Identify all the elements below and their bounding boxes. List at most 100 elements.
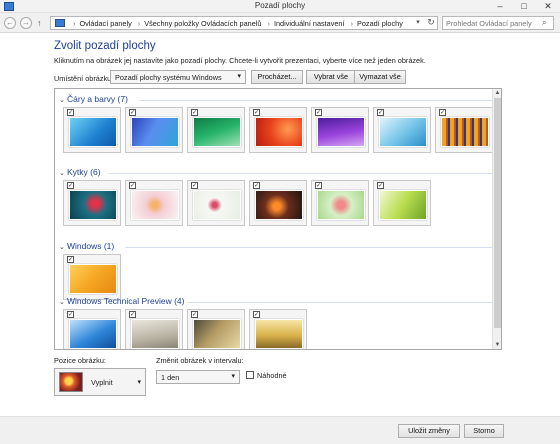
maximize-button[interactable]: □: [512, 0, 536, 13]
wallpaper-tile[interactable]: ✓: [249, 309, 307, 349]
position-select[interactable]: Vyplnit ▾: [54, 368, 146, 396]
wallpaper-thumbnail: [193, 190, 241, 220]
minimize-button[interactable]: –: [488, 0, 512, 13]
wallpaper-tile[interactable]: ✓: [125, 107, 183, 153]
wallpaper-tile[interactable]: ✓: [63, 309, 121, 349]
control-panel-icon: [55, 19, 65, 27]
collapse-chevron-icon[interactable]: ⌄: [59, 298, 67, 306]
browse-button[interactable]: Procházet...: [251, 70, 303, 84]
interval-select[interactable]: 1 den ▾: [156, 370, 240, 384]
chevron-down-icon: ▾: [231, 373, 235, 380]
wallpaper-gallery: ⌄ Čáry a barvy (7) ✓ ✓ ✓ ✓ ✓ ✓ ✓ ⌄ Kytky (…: [54, 88, 502, 350]
collapse-chevron-icon[interactable]: ⌄: [59, 243, 67, 251]
scrollbar-thumb[interactable]: [494, 98, 501, 328]
wallpaper-tile[interactable]: ✓: [63, 254, 121, 300]
location-label: Umístění obrázku:: [54, 74, 114, 83]
location-select[interactable]: Pozadí plochy systému Windows ▾: [110, 70, 246, 84]
search-box[interactable]: ⌕: [442, 16, 554, 30]
wallpaper-tile[interactable]: ✓: [187, 107, 245, 153]
search-input[interactable]: [446, 18, 540, 28]
wallpaper-tile[interactable]: ✓: [373, 107, 431, 153]
cancel-button[interactable]: Storno: [464, 424, 504, 438]
chevron-down-icon: ▾: [237, 73, 241, 80]
scroll-down-icon[interactable]: ▼: [493, 342, 502, 348]
wallpaper-thumbnail: [69, 117, 117, 147]
wallpaper-tile[interactable]: ✓: [63, 107, 121, 153]
checkbox-checked[interactable]: ✓: [129, 109, 136, 116]
forward-arrow-icon: →: [22, 18, 30, 27]
checkbox-checked[interactable]: ✓: [315, 182, 322, 189]
wallpaper-thumbnail: [193, 117, 241, 147]
shuffle-checkbox[interactable]: [246, 371, 254, 379]
location-value: Pozadí plochy systému Windows: [115, 73, 222, 82]
wallpaper-thumbnail: [69, 190, 117, 220]
address-bar[interactable]: › Ovládací panely › Všechny položky Ovláda…: [50, 16, 438, 30]
window-title: Pozadí plochy: [254, 1, 306, 10]
checkbox-checked[interactable]: ✓: [253, 182, 260, 189]
gallery-scrollbar[interactable]: ▲ ▼: [492, 89, 501, 349]
breadcrumb-item[interactable]: Pozadí plochy: [357, 19, 403, 28]
collapse-chevron-icon[interactable]: ⌄: [59, 96, 67, 104]
wallpaper-thumbnail: [255, 190, 303, 220]
wallpaper-thumbnail: [193, 319, 241, 349]
checkbox-checked[interactable]: ✓: [377, 109, 384, 116]
close-button[interactable]: ✕: [536, 0, 560, 13]
checkbox-checked[interactable]: ✓: [67, 182, 74, 189]
wallpaper-tile[interactable]: ✓: [249, 107, 307, 153]
wallpaper-tile[interactable]: ✓: [311, 107, 369, 153]
checkbox-checked[interactable]: ✓: [377, 182, 384, 189]
wallpaper-tile[interactable]: ✓: [311, 180, 369, 226]
close-icon: ✕: [544, 1, 552, 11]
wallpaper-tile[interactable]: ✓: [187, 309, 245, 349]
breadcrumb: › Ovládací panely › Všechny položky Ovláda…: [73, 19, 403, 28]
checkbox-checked[interactable]: ✓: [439, 109, 446, 116]
save-changes-button[interactable]: Uložit změny: [398, 424, 460, 438]
checkbox-checked[interactable]: ✓: [253, 311, 260, 318]
checkbox-checked[interactable]: ✓: [129, 182, 136, 189]
wallpaper-thumbnail: [441, 117, 489, 147]
checkbox-checked[interactable]: ✓: [67, 256, 74, 263]
wallpaper-tile[interactable]: ✓: [249, 180, 307, 226]
wallpaper-tile[interactable]: ✓: [63, 180, 121, 226]
checkbox-checked[interactable]: ✓: [253, 109, 260, 116]
group-header-windows[interactable]: ⌄ Windows (1): [59, 241, 499, 253]
group-title: Windows (1): [67, 241, 115, 251]
back-button[interactable]: ←: [4, 17, 16, 29]
address-dropdown-icon[interactable]: ▾: [413, 18, 423, 26]
group-header-technical-preview[interactable]: ⌄ Windows Technical Preview (4): [59, 296, 499, 308]
up-button[interactable]: ↑: [37, 18, 47, 28]
forward-button[interactable]: →: [20, 17, 32, 29]
breadcrumb-item[interactable]: Všechny položky Ovládacích panelů: [144, 19, 261, 28]
interval-value: 1 den: [161, 373, 180, 382]
wallpaper-thumbnail: [255, 319, 303, 349]
breadcrumb-item[interactable]: Individuální nastavení: [274, 19, 345, 28]
group-header-lines-colors[interactable]: ⌄ Čáry a barvy (7): [59, 94, 499, 106]
checkbox-checked[interactable]: ✓: [191, 109, 198, 116]
checkbox-checked[interactable]: ✓: [191, 311, 198, 318]
checkbox-checked[interactable]: ✓: [129, 311, 136, 318]
checkbox-checked[interactable]: ✓: [315, 109, 322, 116]
chevron-down-icon: ▾: [137, 379, 141, 386]
shuffle-label: Náhodné: [257, 371, 287, 380]
clear-all-button[interactable]: Vymazat vše: [354, 70, 406, 84]
wallpaper-tile[interactable]: ✓: [187, 180, 245, 226]
wallpaper-tile[interactable]: ✓: [125, 309, 183, 349]
wallpaper-thumbnail: [317, 190, 365, 220]
wallpaper-tile[interactable]: ✓: [125, 180, 183, 226]
checkbox-checked[interactable]: ✓: [67, 109, 74, 116]
refresh-icon[interactable]: ↻: [425, 17, 437, 28]
search-icon[interactable]: ⌕: [542, 18, 546, 28]
checkbox-checked[interactable]: ✓: [191, 182, 198, 189]
group-title: Kytky (6): [67, 167, 101, 177]
wallpaper-thumbnail: [317, 117, 365, 147]
group-header-flowers[interactable]: ⌄ Kytky (6): [59, 167, 499, 179]
breadcrumb-item[interactable]: Ovládací panely: [79, 19, 131, 28]
scroll-up-icon[interactable]: ▲: [493, 90, 502, 96]
up-arrow-icon: ↑: [37, 18, 42, 28]
select-all-button[interactable]: Vybrat vše: [306, 70, 356, 84]
wallpaper-tile[interactable]: ✓: [435, 107, 493, 153]
wallpaper-thumbnail: [69, 264, 117, 294]
wallpaper-tile[interactable]: ✓: [373, 180, 431, 226]
checkbox-checked[interactable]: ✓: [67, 311, 74, 318]
collapse-chevron-icon[interactable]: ⌄: [59, 169, 67, 177]
